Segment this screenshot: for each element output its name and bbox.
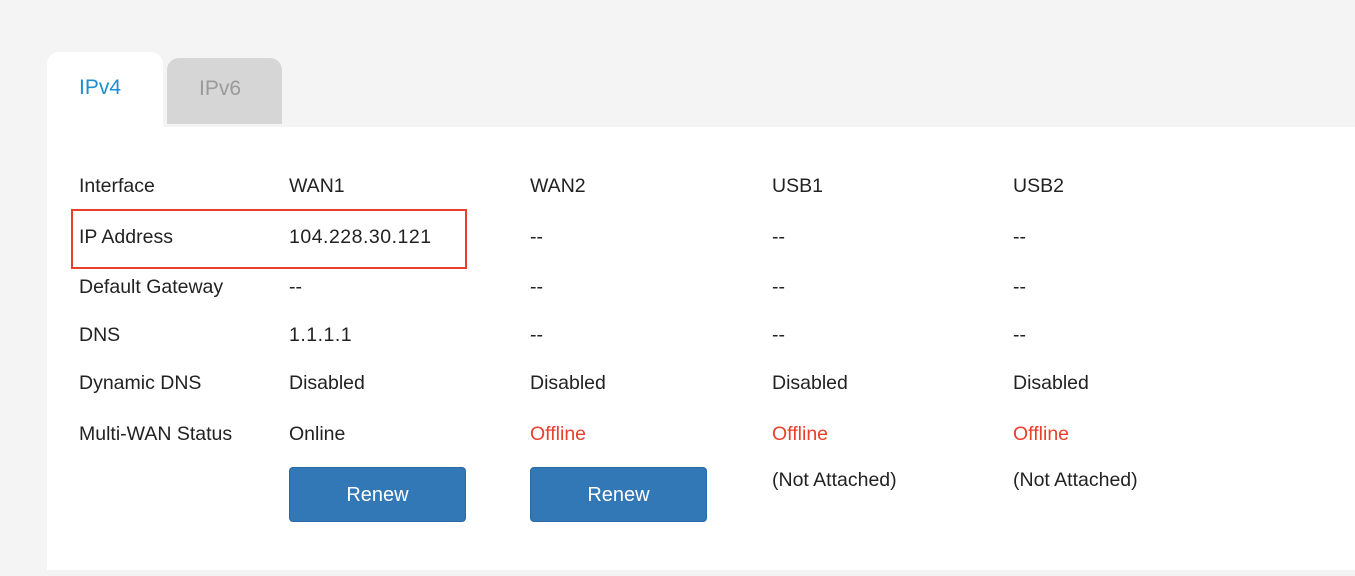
wan2-status: Offline bbox=[530, 423, 587, 445]
column-header-usb2: USB2 bbox=[1013, 175, 1064, 197]
wan1-renew-button[interactable]: Renew bbox=[289, 467, 466, 522]
wan1-dns: 1.1.1.1 bbox=[289, 324, 353, 346]
wan1-dynamic-dns: Disabled bbox=[289, 372, 365, 394]
usb1-attach-status: (Not Attached) bbox=[772, 469, 897, 491]
tab-ipv6[interactable]: IPv6 bbox=[167, 58, 282, 124]
wan1-gateway: -- bbox=[289, 276, 302, 298]
table-row-ip-address: IP Address 104.228.30.121 -- -- -- bbox=[47, 226, 1355, 256]
wan1-status: Online bbox=[289, 423, 346, 445]
wan2-dynamic-dns: Disabled bbox=[530, 372, 606, 394]
row-label: Dynamic DNS bbox=[79, 372, 202, 394]
wan1-ip-address: 104.228.30.121 bbox=[289, 226, 432, 248]
row-label: Default Gateway bbox=[79, 276, 224, 298]
usb2-dns: -- bbox=[1013, 324, 1026, 346]
usb2-dynamic-dns: Disabled bbox=[1013, 372, 1089, 394]
row-label: DNS bbox=[79, 324, 121, 346]
usb1-ip-address: -- bbox=[772, 226, 785, 248]
usb2-ip-address: -- bbox=[1013, 226, 1026, 248]
table-row-interface: Interface WAN1 WAN2 USB1 USB2 bbox=[47, 175, 1355, 205]
wan2-gateway: -- bbox=[530, 276, 543, 298]
usb1-dynamic-dns: Disabled bbox=[772, 372, 848, 394]
usb2-status: Offline bbox=[1013, 423, 1070, 445]
table-row-default-gateway: Default Gateway -- -- -- -- bbox=[47, 276, 1355, 306]
table-row-dynamic-dns: Dynamic DNS Disabled Disabled Disabled D… bbox=[47, 372, 1355, 402]
wan2-renew-button[interactable]: Renew bbox=[530, 467, 707, 522]
usb2-gateway: -- bbox=[1013, 276, 1026, 298]
wan2-ip-address: -- bbox=[530, 226, 543, 248]
column-header-wan2: WAN2 bbox=[530, 175, 586, 197]
usb1-dns: -- bbox=[772, 324, 785, 346]
table-row-multi-wan-status: Multi-WAN Status Online Offline Offline … bbox=[47, 423, 1355, 453]
usb1-gateway: -- bbox=[772, 276, 785, 298]
row-label: Interface bbox=[79, 175, 155, 197]
wan2-dns: -- bbox=[530, 324, 543, 346]
row-label: Multi-WAN Status bbox=[79, 423, 233, 445]
column-header-wan1: WAN1 bbox=[289, 175, 345, 197]
tab-ipv4[interactable]: IPv4 bbox=[47, 52, 163, 128]
status-table: Interface WAN1 WAN2 USB1 USB2 IP Address… bbox=[47, 127, 1355, 570]
usb1-status: Offline bbox=[772, 423, 829, 445]
column-header-usb1: USB1 bbox=[772, 175, 823, 197]
table-row-dns: DNS 1.1.1.1 -- -- -- bbox=[47, 324, 1355, 354]
interface-status-panel: IPv6 IPv4 Interface WAN1 WAN2 USB1 USB2 … bbox=[47, 52, 1355, 572]
tab-bar: IPv6 IPv4 bbox=[47, 52, 1355, 128]
row-label: IP Address bbox=[79, 226, 173, 248]
table-row-actions: Renew Renew (Not Attached) (Not Attached… bbox=[47, 467, 1355, 527]
usb2-attach-status: (Not Attached) bbox=[1013, 469, 1138, 491]
